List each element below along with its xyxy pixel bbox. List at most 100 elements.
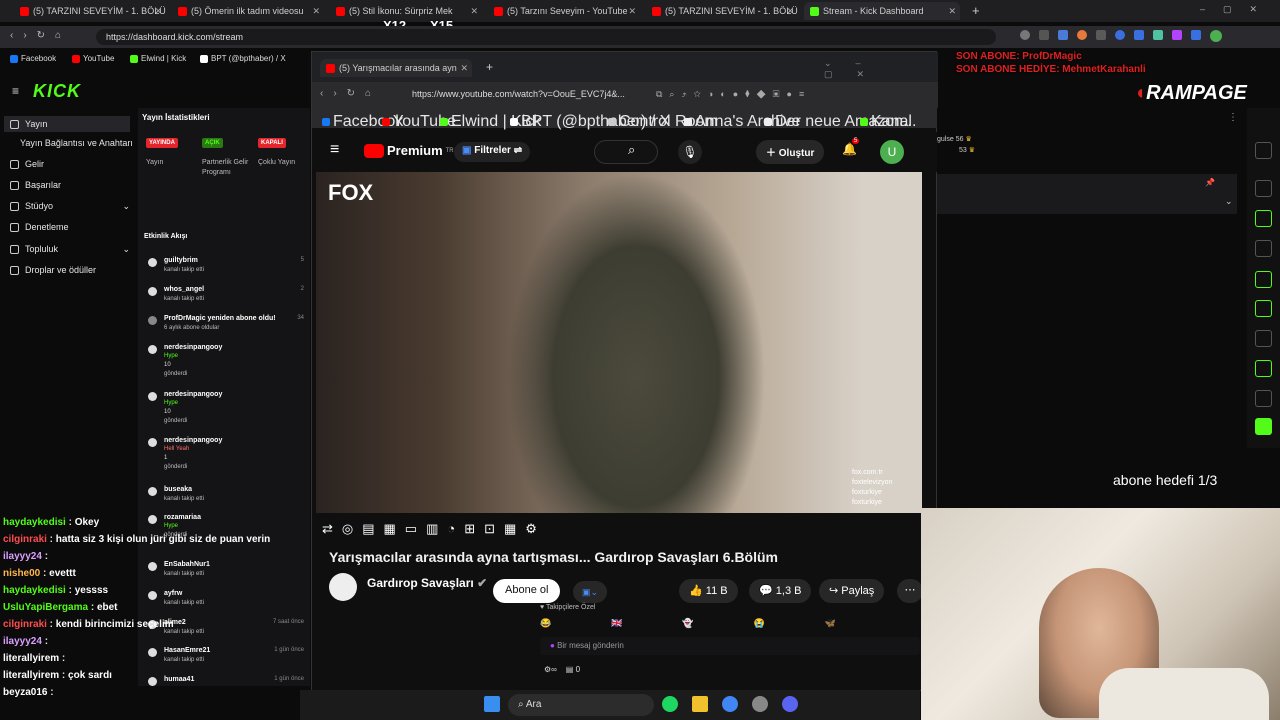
- target-icon[interactable]: [1255, 180, 1272, 197]
- pin-icon[interactable]: 📌: [1205, 178, 1215, 187]
- nav-buttons[interactable]: ‹›↻⌂: [320, 88, 381, 99]
- player-toolbar[interactable]: ⇄◎▤▦▭▥◔⊞⊡▦⚙: [322, 521, 546, 537]
- close-icon[interactable]: ✕: [786, 6, 794, 17]
- spotify-icon[interactable]: [662, 696, 678, 712]
- sidebar-item-gelir[interactable]: Gelir: [10, 159, 44, 169]
- comments-button[interactable]: 💬 1,3 B: [749, 579, 812, 603]
- extension-icon[interactable]: [1115, 30, 1125, 40]
- emote-row[interactable]: 😂🇬🇧👻😭🦋: [540, 618, 920, 632]
- sidebar-item-topluluk[interactable]: Topluluk ⌄: [10, 244, 130, 254]
- puzzle-icon[interactable]: [1134, 30, 1144, 40]
- close-icon[interactable]: ✕: [154, 6, 162, 17]
- sidebar-icon[interactable]: [1191, 30, 1201, 40]
- share-icon[interactable]: [1039, 30, 1049, 40]
- lightning-icon[interactable]: [1255, 210, 1272, 227]
- document-icon[interactable]: [1255, 240, 1272, 257]
- mic-icon[interactable]: 🎙: [678, 140, 702, 164]
- bookmark[interactable]: Facebook: [10, 54, 56, 63]
- search-icon[interactable]: ⌕: [628, 142, 635, 158]
- video-player[interactable]: FOX fox.com.tr foxtelevizyon foxturkiye …: [316, 172, 922, 513]
- extension-icon[interactable]: [1077, 30, 1087, 40]
- file-explorer-icon[interactable]: [692, 696, 708, 712]
- sidebar-item-yayin[interactable]: Yayın: [4, 116, 130, 132]
- extension-icon[interactable]: [1058, 30, 1068, 40]
- browser-tab[interactable]: (5) TARZINI SEVEYİM - 1. BÖLÜM ✕: [14, 2, 166, 20]
- chat-input[interactable]: ● Bir mesaj gönderin: [540, 637, 920, 655]
- bookmark[interactable]: BPT (@bpthaber) / X: [200, 54, 286, 63]
- taskbar-search[interactable]: ⌕ Ara: [508, 694, 654, 716]
- browser-tab[interactable]: (5) Ömerin ilk tadım videosu ✕: [172, 2, 324, 20]
- infinity-icon[interactable]: ⚙∞: [544, 665, 557, 674]
- youtube-icon: [364, 143, 384, 158]
- chevron-down-icon: ⌄: [122, 200, 130, 211]
- extension-icon[interactable]: [1172, 30, 1182, 40]
- share-button[interactable]: ↪ Paylaş: [819, 579, 885, 603]
- windows-start-icon[interactable]: [484, 696, 500, 712]
- search-icon[interactable]: [1020, 30, 1030, 40]
- window-controls[interactable]: ⌄–▢✕: [824, 58, 938, 80]
- sidebar-item-droplar[interactable]: Droplar ve ödüller: [10, 265, 96, 275]
- gift-icon[interactable]: ▤: [566, 665, 574, 674]
- sidebar-item-basarilar[interactable]: Başarılar: [10, 180, 61, 190]
- browser-tab-bar: (5) TARZINI SEVEYİM - 1. BÖLÜM ✕ (5) Ömer…: [0, 0, 1280, 22]
- close-icon[interactable]: ✕: [628, 6, 636, 17]
- bookmark[interactable]: Kanal: [860, 113, 912, 131]
- channel-name[interactable]: Gardırop Savaşları ✔: [367, 576, 487, 590]
- hamburger-icon[interactable]: ≡: [12, 84, 19, 98]
- extension-icon[interactable]: [1096, 30, 1106, 40]
- tools-icon[interactable]: [1255, 360, 1272, 377]
- search-input[interactable]: [594, 140, 658, 164]
- chat-icon[interactable]: [1255, 271, 1272, 288]
- url-field[interactable]: https://www.youtube.com/watch?v=OouE_EVC…: [408, 86, 648, 104]
- x-icon: [510, 118, 518, 126]
- youtube-icon: [652, 6, 661, 16]
- clip-icon[interactable]: [1255, 418, 1272, 435]
- sidebar-item-stream-key[interactable]: Yayın Bağlantısı ve Anahtarı: [20, 138, 133, 148]
- youtube-logo[interactable]: Premium TR: [364, 143, 454, 158]
- extensions-toolbar[interactable]: [1020, 30, 1270, 44]
- avatar[interactable]: [1210, 30, 1222, 42]
- url-field[interactable]: https://dashboard.kick.com/stream: [96, 29, 996, 45]
- store-icon[interactable]: [1255, 330, 1272, 347]
- kick-logo[interactable]: KICK: [33, 81, 81, 102]
- share-icon[interactable]: [1255, 390, 1272, 407]
- bookmark[interactable]: YouTube: [72, 54, 114, 63]
- discord-icon[interactable]: [782, 696, 798, 712]
- sidebar-item-denetleme[interactable]: Denetleme: [10, 222, 69, 232]
- filters-button[interactable]: ▣ Filtreler ⇌: [454, 142, 531, 162]
- like-button[interactable]: 👍 11 B: [679, 579, 738, 603]
- close-icon[interactable]: ✕: [460, 63, 468, 74]
- extension-icon[interactable]: [1153, 30, 1163, 40]
- close-icon[interactable]: ✕: [470, 6, 478, 17]
- create-button[interactable]: ＋ Oluştur: [756, 140, 825, 164]
- heart-icon: [148, 287, 157, 296]
- more-button[interactable]: ⋯: [897, 579, 923, 603]
- browser-tab-active[interactable]: Stream - Kick Dashboard ✕: [804, 2, 960, 20]
- chrome-icon[interactable]: [722, 696, 738, 712]
- obs-icon[interactable]: [752, 696, 768, 712]
- browser-tab[interactable]: (5) Tarzını Seveyim - YouTube ✕: [488, 2, 640, 20]
- browser-tab-active[interactable]: (5) Yarışmacılar arasında ayn ✕: [320, 59, 472, 77]
- subscribe-button[interactable]: Abone ol: [493, 579, 561, 603]
- broadcast-icon[interactable]: [1255, 300, 1272, 317]
- close-icon[interactable]: ✕: [948, 6, 956, 17]
- new-tab-button[interactable]: +: [486, 60, 493, 74]
- close-icon[interactable]: ✕: [312, 6, 320, 17]
- chevron-down-icon[interactable]: ⌄: [1225, 196, 1233, 207]
- new-tab-button[interactable]: +: [972, 3, 980, 18]
- channel-avatar[interactable]: [329, 573, 357, 601]
- menu-icon[interactable]: ≡: [330, 141, 339, 159]
- bell-icon[interactable]: 🔔 5: [842, 138, 860, 156]
- avatar[interactable]: U: [880, 140, 904, 164]
- extensions-toolbar[interactable]: ⧉⌕⤴☆◑◐●⧫◆▣●≡: [656, 89, 811, 100]
- revenue-icon: [10, 159, 19, 169]
- crown-icon: ♛: [965, 136, 972, 143]
- bookmark[interactable]: Elwind | Kick: [130, 54, 186, 63]
- browser-tab[interactable]: (5) TARZINI SEVEYİM - 1. BÖLÜM ✕: [646, 2, 798, 20]
- edit-icon[interactable]: [1255, 142, 1272, 159]
- window-controls[interactable]: –▢✕: [1200, 4, 1275, 15]
- sidebar-item-studyo[interactable]: Stüdyo ⌄: [10, 201, 130, 211]
- extension-button[interactable]: ▣⌄: [573, 581, 607, 603]
- nav-buttons[interactable]: ‹›↻⌂: [10, 30, 71, 41]
- more-vertical-icon[interactable]: ⋮: [1228, 112, 1238, 123]
